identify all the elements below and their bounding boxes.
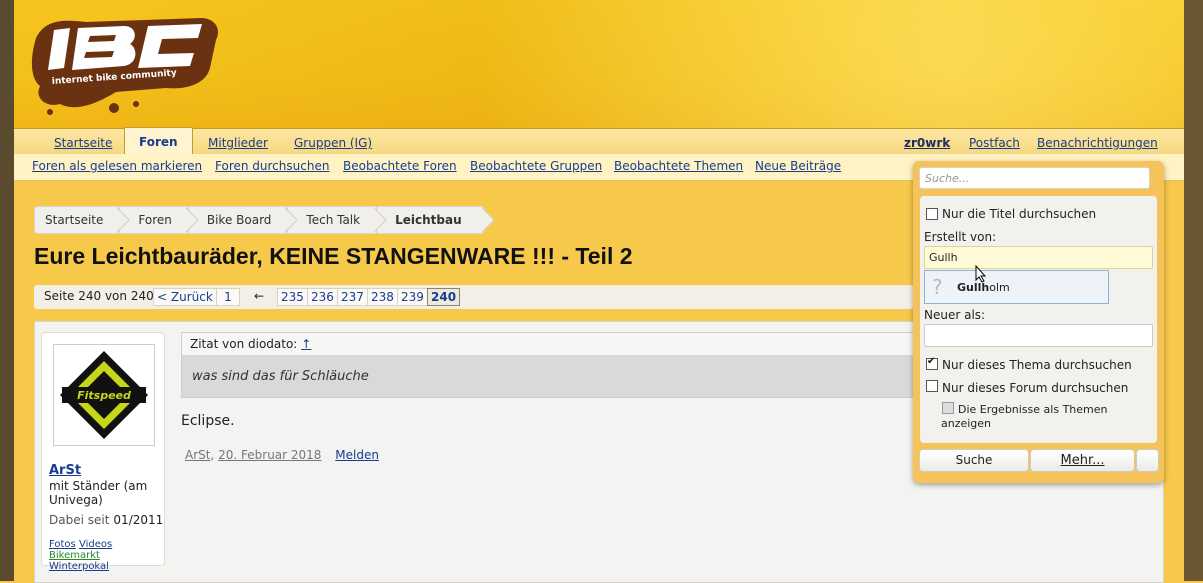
postfach-link[interactable]: Postfach: [969, 133, 1020, 155]
breadcrumb-tech-talk[interactable]: Tech Talk: [288, 207, 378, 233]
mouse-pointer-icon: [975, 265, 987, 283]
only-titles-checkbox[interactable]: [926, 208, 938, 220]
watched-groups-link[interactable]: Beobachtete Gruppen: [470, 159, 602, 173]
main-navigation: Startseite Foren Mitglieder Gruppen (IG)…: [14, 127, 1184, 156]
quote-source-arrow-icon[interactable]: ↑: [301, 337, 311, 351]
autocomplete-suggestion[interactable]: ? Gullholm: [924, 270, 1109, 304]
tab-gruppen[interactable]: Gruppen (IG): [294, 133, 372, 155]
search-forums-link[interactable]: Foren durchsuchen: [215, 159, 329, 173]
watched-threads-link[interactable]: Beobachtete Themen: [614, 159, 743, 173]
created-by-input[interactable]: Gullh: [924, 246, 1153, 269]
quote-block: Zitat von diodato: ↑ was sind das für Sc…: [181, 332, 933, 398]
user-bikemarkt-link[interactable]: Bikemarkt: [49, 550, 100, 561]
search-options: Nur die Titel durchsuchen Erstellt von: …: [920, 196, 1157, 443]
post-meta-author[interactable]: ArSt: [185, 448, 210, 462]
user-photos-link[interactable]: Fotos: [49, 539, 76, 550]
results-as-threads-checkbox[interactable]: [942, 402, 954, 414]
breadcrumb-foren[interactable]: Foren: [120, 207, 189, 233]
post-meta: ArSt, 20. Februar 2018 Melden: [185, 448, 379, 462]
report-link[interactable]: Melden: [335, 448, 379, 462]
user-videos-link[interactable]: Videos: [79, 539, 112, 550]
tab-startseite[interactable]: Startseite: [54, 133, 112, 155]
watched-forums-link[interactable]: Beobachtete Foren: [343, 159, 457, 173]
user-links: Fotos Videos Bikemarkt Winterpokal: [49, 539, 112, 572]
page-1-button[interactable]: 1: [216, 288, 240, 306]
quote-header: Zitat von diodato: ↑: [182, 333, 932, 355]
page-239-button[interactable]: 239: [397, 288, 428, 306]
breadcrumb-leichtbau[interactable]: Leichtbau: [377, 207, 484, 233]
page-skip-arrow: ←: [254, 289, 265, 303]
page-236-button[interactable]: 236: [307, 288, 338, 306]
placeholder-avatar-icon: ?: [932, 275, 943, 299]
user-winterpokal-link[interactable]: Winterpokal: [49, 561, 109, 572]
tab-foren[interactable]: Foren: [124, 127, 193, 156]
newer-than-input[interactable]: [924, 324, 1153, 347]
post-date[interactable]: 20. Februar 2018: [218, 448, 321, 462]
search-submit-button[interactable]: Suche: [919, 449, 1029, 472]
join-date: Dabei seit 01/2011: [49, 513, 164, 527]
breadcrumb-bike-board[interactable]: Bike Board: [189, 207, 289, 233]
search-popup: Suche... Nur die Titel durchsuchen Erste…: [913, 161, 1164, 483]
this-forum-checkbox[interactable]: [926, 380, 938, 392]
this-forum-label: Nur dieses Forum durchsuchen: [942, 381, 1129, 395]
quote-text: was sind das für Schläuche: [192, 369, 369, 384]
tab-mitglieder[interactable]: Mitglieder: [208, 133, 268, 155]
this-thread-checkbox[interactable]: [926, 356, 938, 370]
page-238-button[interactable]: 238: [367, 288, 398, 306]
search-input[interactable]: Suche...: [919, 167, 1150, 189]
newer-than-label: Neuer als:: [924, 308, 986, 322]
this-thread-label: Nur dieses Thema durchsuchen: [942, 358, 1132, 372]
page-right-border: [1184, 0, 1203, 581]
page-240-button[interactable]: 240: [427, 288, 461, 306]
previous-page-button[interactable]: < Zurück: [153, 288, 217, 306]
page-237-button[interactable]: 237: [337, 288, 368, 306]
breadcrumb: Startseite Foren Bike Board Tech Talk Le…: [34, 206, 485, 234]
page-count-label: Seite 240 von 240: [44, 289, 154, 303]
mark-forums-read-link[interactable]: Foren als gelesen markieren: [32, 159, 202, 173]
page-navigation: Seite 240 von 240 < Zurück 1 ← 235 236 2…: [34, 285, 914, 309]
avatar[interactable]: Fitspeed: [53, 344, 155, 446]
extra-options-button[interactable]: [1136, 449, 1159, 472]
page-left-border: [0, 0, 14, 581]
user-menu-link[interactable]: zr0wrk: [904, 133, 950, 155]
breadcrumb-startseite[interactable]: Startseite: [35, 207, 121, 233]
post-body: Eclipse.: [181, 413, 235, 429]
ibc-logo[interactable]: internet bike community: [26, 8, 226, 118]
new-posts-link[interactable]: Neue Beiträge: [755, 159, 841, 173]
user-card: Fitspeed ArSt mit Ständer (am Univega) D…: [41, 332, 165, 572]
user-title: mit Ständer (am Univega): [49, 479, 148, 507]
created-by-label: Erstellt von:: [924, 230, 997, 244]
site-header: internet bike community: [14, 0, 1184, 128]
results-as-threads-label: Die Ergebnisse als Themen: [958, 403, 1108, 416]
more-search-options-button[interactable]: Mehr...: [1030, 449, 1135, 472]
avatar-brand-text: Fitspeed: [77, 389, 131, 402]
only-titles-label: Nur die Titel durchsuchen: [942, 207, 1097, 221]
results-as-threads-label-2: anzeigen: [941, 417, 992, 430]
page-235-button[interactable]: 235: [277, 288, 308, 306]
thread-title: Eure Leichtbauräder, KEINE STANGENWARE !…: [34, 243, 633, 269]
notifications-link[interactable]: Benachrichtigungen: [1037, 133, 1158, 155]
post-author-name[interactable]: ArSt: [49, 463, 81, 478]
